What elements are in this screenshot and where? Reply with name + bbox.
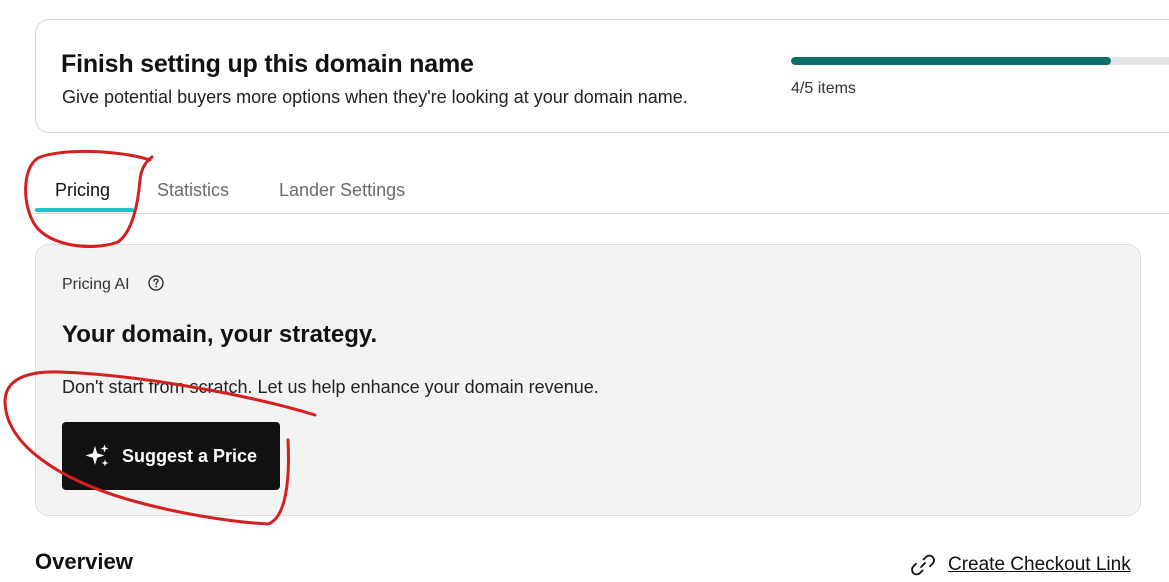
question-circle-icon[interactable] (148, 275, 164, 291)
setup-progress-label: 4/5 items (791, 80, 856, 97)
domain-settings-page: Finish setting up this domain name Give … (0, 0, 1169, 582)
pricing-ai-label: Pricing AI (62, 276, 130, 293)
pricing-ai-card: Pricing AI Your domain, your strategy. D… (35, 244, 1141, 516)
suggest-price-button[interactable]: Suggest a Price (62, 422, 280, 490)
overview-heading: Overview (35, 549, 133, 574)
setup-progress-bar (791, 57, 1169, 65)
pricing-ai-heading: Your domain, your strategy. (62, 321, 378, 348)
setup-progress-fill (791, 57, 1111, 65)
domain-tabs: Pricing Statistics Lander Settings (35, 168, 1169, 214)
create-checkout-link[interactable]: Create Checkout Link (910, 552, 1131, 578)
setup-subtitle: Give potential buyers more options when … (62, 87, 688, 107)
pricing-ai-description: Don't start from scratch. Let us help en… (62, 377, 599, 397)
tab-lander-settings[interactable]: Lander Settings (279, 180, 405, 201)
tab-pricing-underline (35, 208, 134, 212)
create-checkout-link-label: Create Checkout Link (948, 554, 1131, 575)
setup-progress-card: Finish setting up this domain name Give … (35, 19, 1169, 133)
link-icon (911, 554, 935, 576)
suggest-price-label: Suggest a Price (122, 445, 258, 466)
sparkle-icon (85, 444, 109, 467)
tab-statistics[interactable]: Statistics (157, 180, 229, 201)
tab-pricing[interactable]: Pricing (55, 180, 110, 201)
setup-title: Finish setting up this domain name (61, 50, 474, 78)
